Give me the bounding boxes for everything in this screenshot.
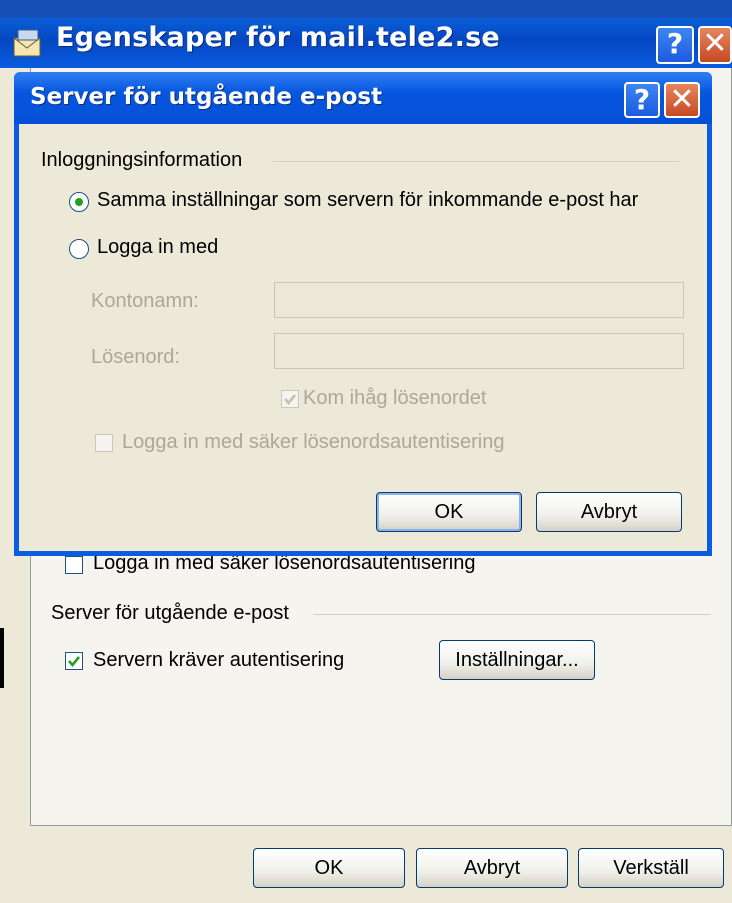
dialog-ok-button[interactable]: OK [376,492,522,532]
requires-auth-label: Servern kräver autentisering [93,649,345,671]
dialog-help-button[interactable]: ? [624,82,660,118]
outgoing-server-dialog: Server för utgående e-post ? ✕ Inloggnin… [14,72,712,556]
radio-selected-dot [75,198,83,206]
secure-auth-checkbox[interactable] [65,556,83,574]
login-group-label: Inloggningsinformation [41,149,243,171]
window-edge [0,628,4,688]
same-settings-radio[interactable] [69,192,89,212]
dialog-close-button[interactable]: ✕ [664,82,700,118]
group-divider [273,161,679,162]
settings-button[interactable]: Inställningar... [439,640,595,680]
dialog-body: Inloggningsinformation Samma inställning… [19,124,707,551]
dialog-title: Server för utgående e-post [30,84,383,110]
title-strip [0,0,732,18]
spa-checkbox[interactable] [95,434,113,452]
apply-button[interactable]: Verkställ [578,848,724,888]
password-label: Lösenord: [91,346,180,368]
login-with-radio[interactable] [69,239,89,259]
outgoing-group-label: Server för utgående e-post [51,602,289,624]
account-name-label: Kontonamn: [91,290,199,312]
group-divider [313,614,711,615]
close-button[interactable]: ✕ [698,26,732,64]
same-settings-label: Samma inställningar som servern för inko… [97,189,639,211]
window-title: Egenskaper för mail.tele2.se [56,22,500,53]
remember-password-label: Kom ihåg lösenordet [303,387,487,409]
checkmark-icon [284,394,297,406]
requires-auth-checkbox[interactable] [65,652,83,670]
login-with-label: Logga in med [97,236,219,258]
dialog-titlebar[interactable]: Server för utgående e-post ? ✕ [14,72,712,124]
account-name-field[interactable] [274,282,684,318]
checkmark-icon [68,656,81,668]
dialog-cancel-button[interactable]: Avbryt [536,492,682,532]
remember-password-checkbox[interactable] [281,390,299,408]
cancel-button[interactable]: Avbryt [416,848,568,888]
password-field[interactable] [274,333,684,369]
ok-button[interactable]: OK [253,848,405,888]
mail-account-icon [13,29,41,57]
spa-label: Logga in med säker lösenordsautentiserin… [122,431,505,453]
help-button[interactable]: ? [656,26,694,64]
